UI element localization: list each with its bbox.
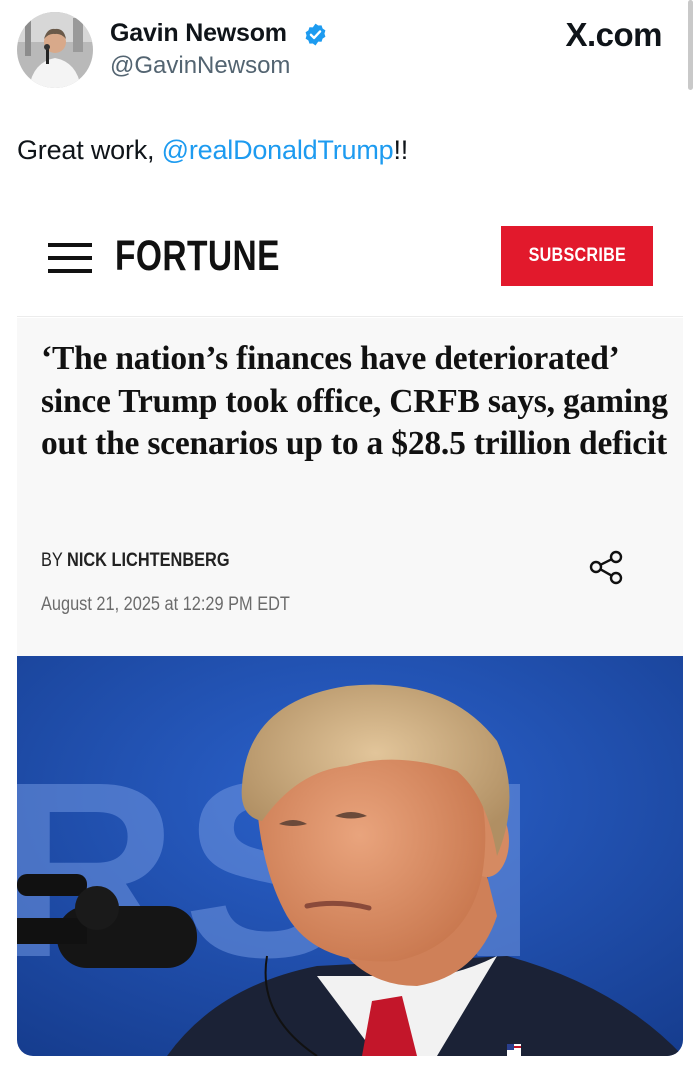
fortune-logo[interactable]: FORTUNE — [115, 232, 280, 281]
mention-link[interactable]: @realDonaldTrump — [162, 135, 394, 165]
byline-prefix: BY — [41, 550, 68, 571]
subscribe-label: SUBSCRIBE — [528, 245, 626, 266]
subscribe-button[interactable]: SUBSCRIBE — [501, 226, 653, 286]
scrollbar[interactable] — [688, 0, 693, 90]
author-name[interactable]: NICK LICHTENBERG — [67, 550, 229, 571]
share-icon[interactable] — [587, 548, 627, 588]
article-photo[interactable]: RSN — [17, 656, 683, 1056]
article-headline[interactable]: ‘The nation’s finances have deteriorated… — [41, 338, 671, 466]
byline: BY NICK LICHTENBERG — [41, 550, 260, 572]
link-card[interactable]: FORTUNE SUBSCRIBE ‘The nation’s finances… — [17, 200, 683, 1056]
site-label: X.com — [565, 16, 662, 53]
tweet-text: Great work, @realDonaldTrump!! — [17, 135, 408, 166]
handle[interactable]: @GavinNewsom — [110, 52, 290, 80]
avatar[interactable] — [17, 12, 93, 88]
hamburger-menu-icon[interactable] — [48, 243, 92, 273]
tweet-text-prefix: Great work, — [17, 135, 162, 165]
fortune-header: FORTUNE SUBSCRIBE — [17, 200, 683, 317]
article-summary: ‘The nation’s finances have deteriorated… — [17, 318, 683, 656]
verified-badge-icon — [305, 23, 326, 46]
display-name[interactable]: Gavin Newsom — [110, 19, 287, 48]
tweet-text-suffix: !! — [393, 135, 409, 165]
publish-date: August 21, 2025 at 12:29 PM EDT — [41, 594, 290, 615]
